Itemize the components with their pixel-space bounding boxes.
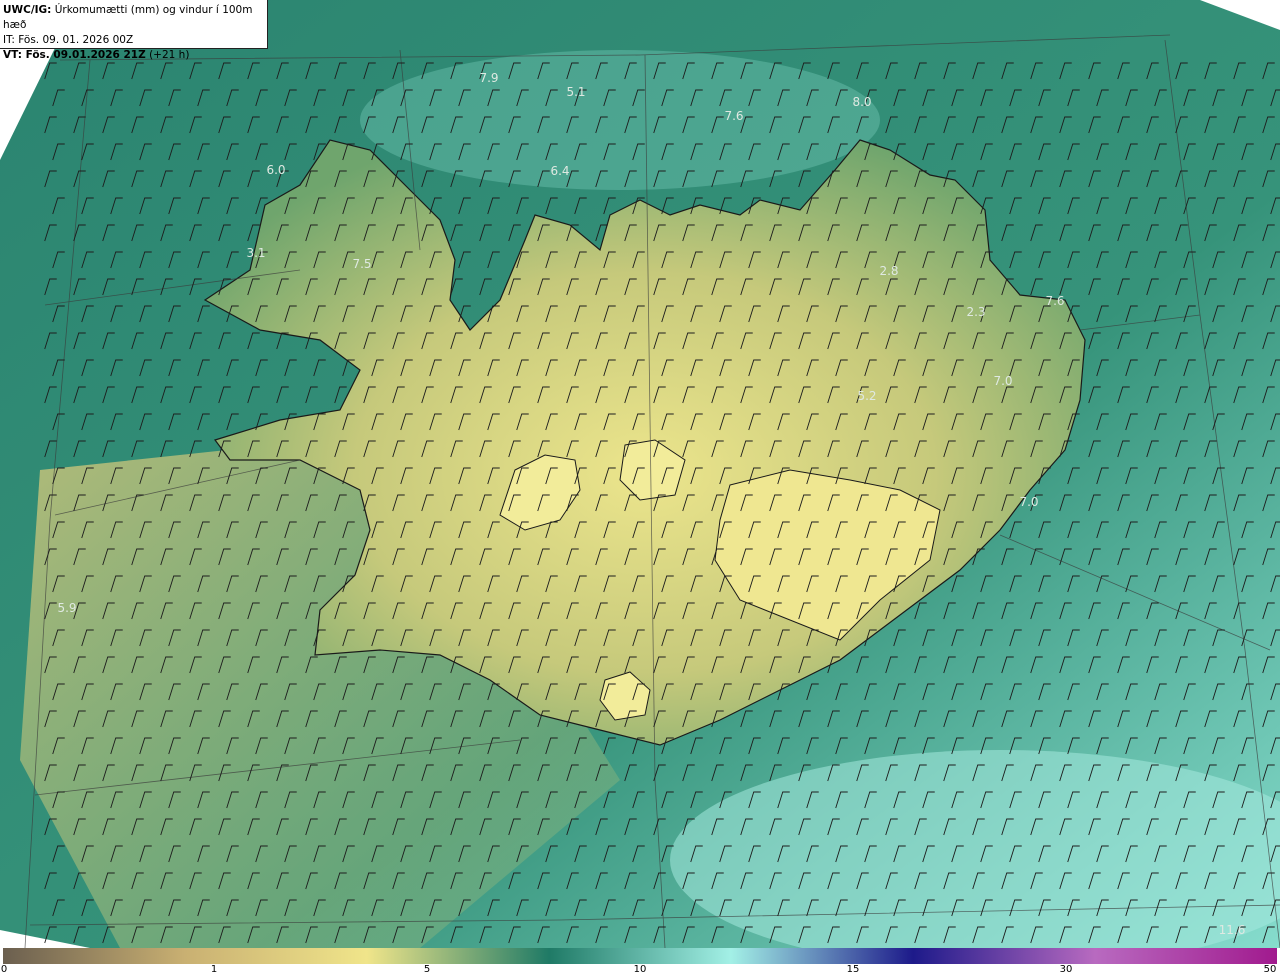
value-label: 5.1: [566, 85, 586, 99]
scale-tick: 5: [423, 964, 431, 975]
scale-tick: 10: [633, 964, 647, 975]
precipitation-map: [0, 0, 1280, 948]
scale-tick: 15: [846, 964, 860, 975]
map-header: UWC/IG: Úrkomumætti (mm) og vindur í 100…: [0, 0, 268, 61]
value-label: 11.6: [1218, 923, 1246, 937]
value-label: 2.3: [966, 305, 986, 319]
value-label: 7.5: [352, 257, 372, 271]
initial-time: IT: Fös. 09. 01. 2026 00Z: [3, 34, 134, 46]
value-label: 5.9: [57, 601, 77, 615]
title-line: UWC/IG: Úrkomumætti (mm) og vindur í 100…: [3, 3, 267, 33]
scale-tick: 0: [0, 964, 8, 975]
scale-tick: 1: [210, 964, 218, 975]
color-scale-bar: [3, 948, 1277, 964]
value-label: 5.2: [857, 389, 877, 403]
scale-tick: 50: [1263, 964, 1277, 975]
valid-time-line: VT: Fös. 09.01.2026 21Z (+21 h): [3, 48, 267, 63]
color-scale: 0 1 5 10 15 30 50: [0, 948, 1280, 978]
value-label: 7.0: [993, 374, 1013, 388]
value-label: 7.6: [724, 109, 744, 123]
scale-tick: 30: [1059, 964, 1073, 975]
value-label: 3.1: [246, 246, 266, 260]
value-label: 8.0: [852, 95, 872, 109]
value-label: 7.0: [1019, 495, 1039, 509]
model-name: UWC/IG:: [3, 4, 52, 16]
value-label: 7.6: [1045, 294, 1065, 308]
valid-time: VT: Fös. 09.01.2026 21Z: [3, 49, 146, 61]
sea-light-north: [360, 50, 880, 190]
forecast-offset: (+21 h): [149, 49, 190, 61]
value-label: 2.8: [879, 264, 899, 278]
value-label: 6.0: [266, 163, 286, 177]
value-label: 7.9: [479, 71, 499, 85]
value-label: 6.4: [550, 164, 570, 178]
